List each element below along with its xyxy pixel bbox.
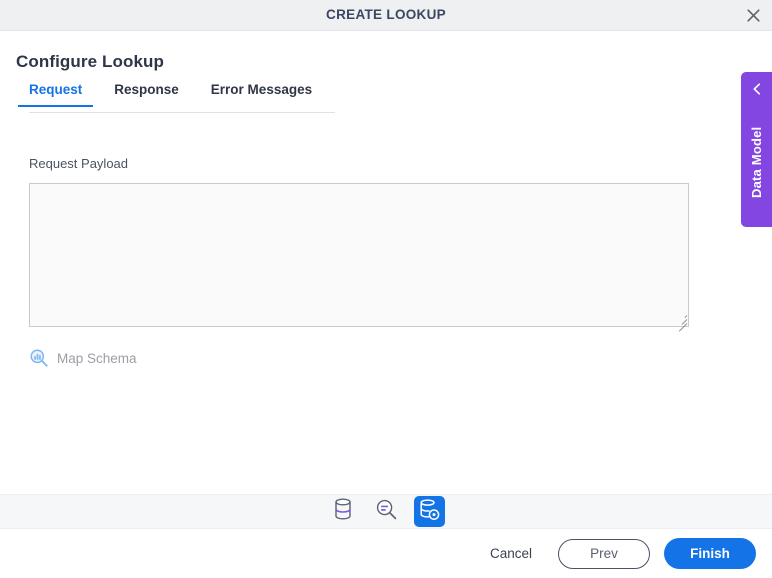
request-payload-label: Request Payload	[29, 156, 129, 171]
data-model-panel-toggle[interactable]: Data Model	[741, 72, 772, 227]
close-button[interactable]	[740, 3, 766, 28]
data-model-label: Data Model	[749, 126, 764, 198]
database-icon	[332, 497, 354, 526]
dialog-content: Configure Lookup Request Response Error …	[0, 31, 772, 494]
tab-error-messages[interactable]: Error Messages	[211, 82, 312, 106]
map-schema-label: Map Schema	[57, 350, 137, 366]
step-icon-toolbar	[0, 494, 772, 529]
request-payload-input[interactable]	[29, 183, 689, 327]
tab-bar: Request Response Error Messages	[17, 82, 335, 113]
query-search-icon	[375, 498, 398, 526]
query-search-button[interactable]	[371, 496, 402, 527]
dialog-footer: Cancel Prev Finish	[0, 529, 772, 578]
map-schema-search-icon	[29, 348, 49, 368]
finish-button[interactable]: Finish	[664, 538, 756, 569]
tab-request[interactable]: Request	[17, 82, 94, 107]
configure-lookup-icon	[418, 498, 440, 526]
prev-button[interactable]: Prev	[558, 538, 650, 569]
cancel-button[interactable]: Cancel	[480, 540, 542, 567]
dialog-title: CREATE LOOKUP	[326, 7, 446, 22]
dialog-titlebar: CREATE LOOKUP	[0, 0, 772, 31]
page-title: Configure Lookup	[16, 52, 164, 71]
chevron-left-icon	[749, 81, 765, 97]
map-schema-link[interactable]: Map Schema	[29, 346, 137, 370]
configure-lookup-button[interactable]	[413, 496, 445, 527]
database-button[interactable]	[328, 496, 359, 527]
tab-response[interactable]: Response	[114, 82, 179, 106]
close-icon	[746, 8, 761, 23]
